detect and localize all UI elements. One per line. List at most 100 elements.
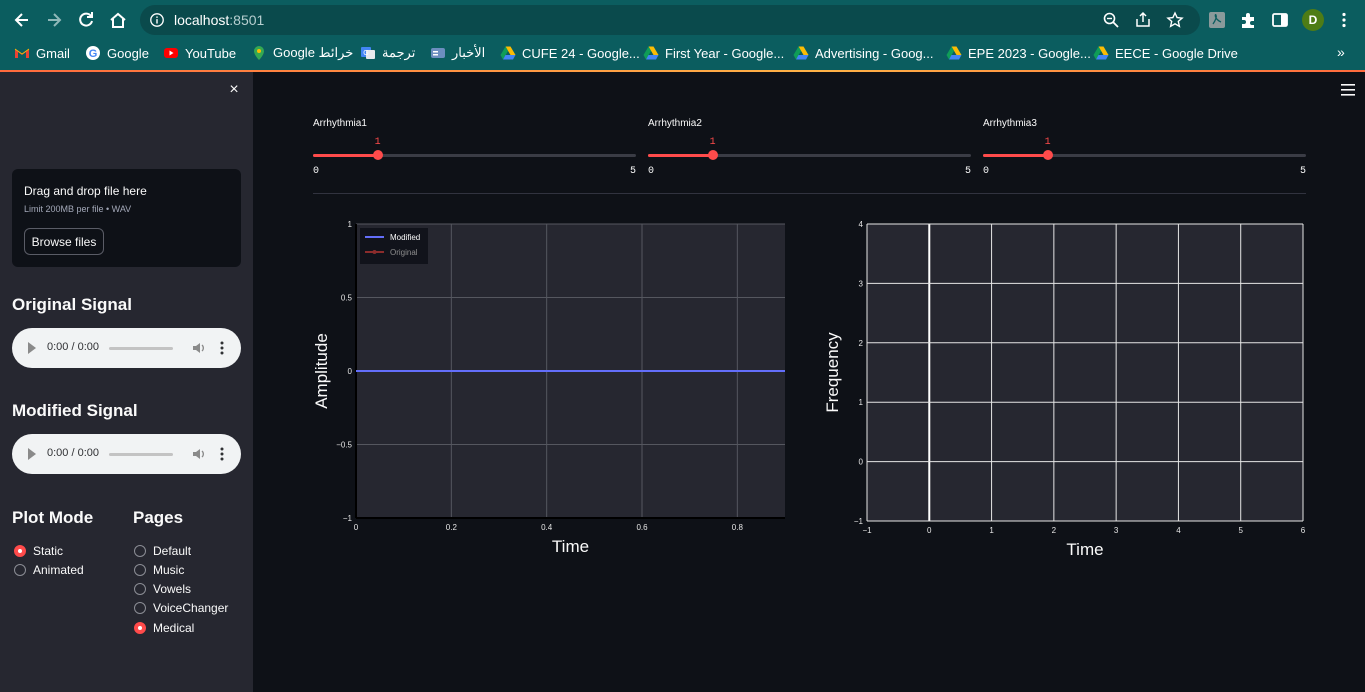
radio-medical[interactable]: Medical (134, 621, 194, 635)
x-tick-label: 3 (1114, 526, 1119, 535)
slider-arrhythmia3[interactable]: Arrhythmia3 1 0 5 (983, 118, 1306, 180)
amplitude-chart[interactable]: 0 0.2 0.4 0.6 0.8 −1 −0.5 0 0.5 1 Modified Original… (305, 215, 795, 565)
bookmarks-bar: Gmail G Google YouTube Google خرائط G ترجم… (0, 41, 1365, 65)
bookmark-maps[interactable]: Google خرائط (251, 44, 353, 62)
modified-audio-player[interactable]: 0:00 / 0:00 (12, 434, 241, 474)
original-audio-player[interactable]: 0:00 / 0:00 (12, 328, 241, 368)
volume-icon[interactable] (192, 447, 206, 461)
slider-track[interactable] (648, 150, 971, 160)
bookmark-news[interactable]: الأخبار (430, 44, 485, 62)
slider-track[interactable] (983, 150, 1306, 160)
slider-max: 5 (629, 166, 636, 177)
profile-avatar[interactable]: D (1302, 9, 1324, 31)
slider-max: 5 (964, 166, 971, 177)
forward-button[interactable] (42, 8, 66, 32)
google-icon: G (85, 45, 101, 61)
extensions-icon[interactable] (1238, 10, 1258, 30)
hamburger-menu-icon[interactable] (1341, 84, 1355, 96)
sidebar: × Drag and drop file here Limit 200MB pe… (0, 72, 253, 692)
slider-thumb[interactable] (1042, 150, 1053, 160)
uploader-title: Drag and drop file here (24, 184, 147, 198)
play-icon[interactable] (28, 448, 36, 460)
bookmark-google[interactable]: G Google (85, 44, 149, 62)
slider-arrhythmia1[interactable]: Arrhythmia1 1 0 5 (313, 118, 636, 180)
plot-mode-title: Plot Mode (12, 508, 94, 527)
audio-progress-slider[interactable] (109, 347, 173, 350)
slider-value: 1 (1044, 137, 1051, 148)
radio-animated[interactable]: Animated (14, 563, 84, 577)
audio-time: 0:00 / 0:00 (47, 341, 99, 353)
zoom-icon[interactable] (1102, 11, 1120, 29)
y-tick-label: 1 (859, 398, 864, 407)
radio-static[interactable]: Static (14, 544, 63, 558)
star-icon[interactable] (1166, 11, 1184, 29)
back-button[interactable] (10, 8, 34, 32)
slider-thumb[interactable] (707, 150, 718, 160)
close-icon[interactable]: × (226, 81, 242, 98)
reload-button[interactable] (74, 8, 98, 32)
home-button[interactable] (106, 8, 130, 32)
slider-arrhythmia2[interactable]: Arrhythmia2 1 0 5 (648, 118, 971, 180)
slider-min: 0 (313, 166, 320, 177)
bookmark-label: Google خرائط (273, 45, 354, 60)
slider-track[interactable] (313, 150, 636, 160)
frequency-chart[interactable]: −1 0 1 2 3 4 5 6 −1 0 1 2 3 4 Time Frequency (825, 215, 1315, 565)
more-options-icon[interactable] (220, 341, 224, 355)
bookmarks-overflow-button[interactable]: » (1337, 44, 1345, 60)
y-tick-label: 0 (859, 458, 864, 467)
bookmark-label: EECE - Google Drive (1115, 45, 1238, 61)
radio-button[interactable] (134, 602, 146, 614)
radio-voicechanger[interactable]: VoiceChanger (134, 601, 228, 615)
bookmark-youtube[interactable]: YouTube (163, 44, 236, 62)
radio-button-selected[interactable] (134, 622, 146, 634)
youtube-icon (163, 45, 179, 61)
slider-thumb[interactable] (372, 150, 383, 160)
bookmark-drive-first-year[interactable]: First Year - Google... (643, 44, 784, 62)
slider-label: Arrhythmia1 (313, 118, 367, 129)
slider-fill (983, 154, 1048, 157)
bookmark-drive-cufe[interactable]: CUFE 24 - Google... (500, 44, 640, 62)
side-panel-icon[interactable] (1270, 10, 1290, 30)
radio-button[interactable] (134, 545, 146, 557)
info-icon[interactable] (148, 11, 166, 29)
bookmark-gmail[interactable]: Gmail (14, 44, 70, 62)
bookmark-label: EPE 2023 - Google... (968, 45, 1091, 61)
y-tick-label: −1 (854, 517, 864, 526)
pages-title: Pages (133, 508, 184, 527)
x-tick-label: 0 (354, 523, 359, 532)
radio-button[interactable] (134, 583, 146, 595)
pdf-extension-icon[interactable] (1207, 10, 1227, 30)
more-options-icon[interactable] (220, 447, 224, 461)
translate-icon: G (360, 45, 376, 61)
radio-default[interactable]: Default (134, 544, 191, 558)
audio-progress-slider[interactable] (109, 453, 173, 456)
bookmark-drive-epe[interactable]: EPE 2023 - Google... (946, 44, 1091, 62)
radio-vowels[interactable]: Vowels (134, 582, 191, 596)
radio-music[interactable]: Music (134, 563, 184, 577)
radio-button[interactable] (14, 564, 26, 576)
radio-button[interactable] (134, 564, 146, 576)
share-icon[interactable] (1134, 11, 1152, 29)
browser-menu-icon[interactable] (1334, 10, 1354, 30)
divider (313, 193, 1306, 194)
address-bar[interactable]: localhost:8501 (140, 5, 1200, 35)
slider-min: 0 (648, 166, 655, 177)
y-axis-title: Frequency (825, 332, 842, 413)
y-tick-label: 0 (348, 367, 353, 376)
slider-max: 5 (1299, 166, 1306, 177)
browse-files-button[interactable]: Browse files (24, 228, 104, 255)
y-tick-label: 1 (348, 220, 353, 229)
volume-icon[interactable] (192, 341, 206, 355)
radio-button-selected[interactable] (14, 545, 26, 557)
bookmark-drive-advertising[interactable]: Advertising - Goog... (793, 44, 934, 62)
bookmark-translate[interactable]: G ترجمة (360, 44, 415, 62)
play-icon[interactable] (28, 342, 36, 354)
bookmark-label: ترجمة (382, 45, 416, 60)
slider-fill (648, 154, 713, 157)
radio-label: Music (153, 563, 185, 577)
file-uploader-dropzone[interactable]: Drag and drop file here Limit 200MB per … (12, 169, 241, 267)
bookmark-drive-eece[interactable]: EECE - Google Drive (1093, 44, 1238, 62)
x-tick-label: −1 (862, 526, 872, 535)
radio-label: Medical (153, 621, 195, 635)
legend-label: Original (390, 248, 418, 257)
